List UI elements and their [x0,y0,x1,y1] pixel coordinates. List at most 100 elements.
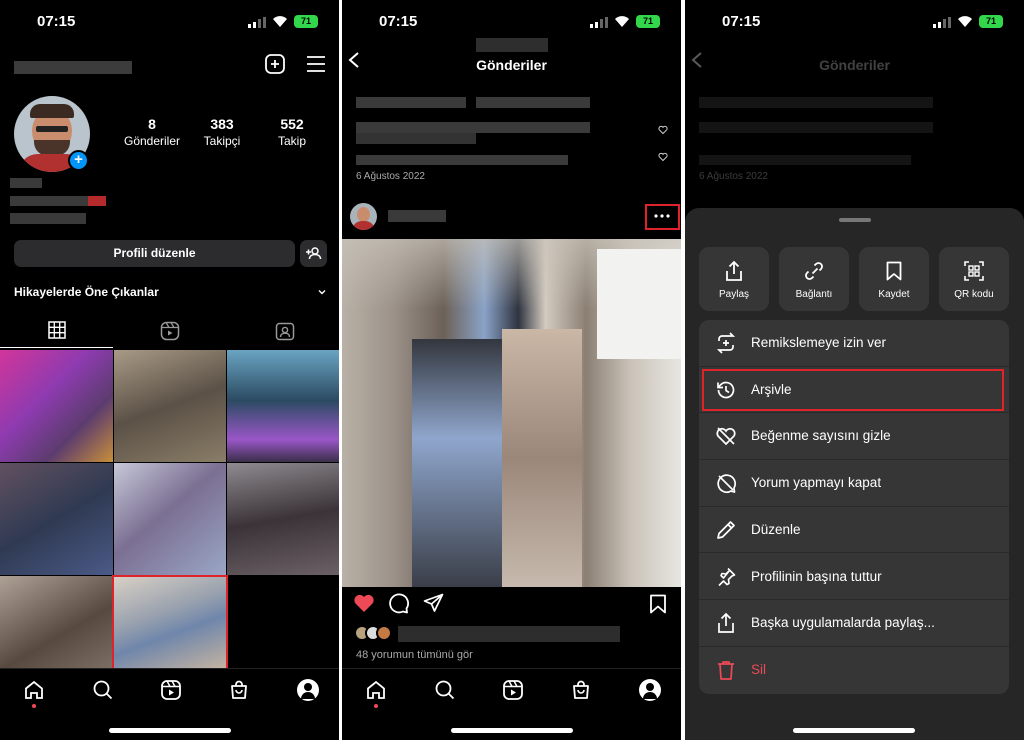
discover-people-button[interactable] [300,240,327,267]
share-icon[interactable] [423,593,444,613]
caption-redacted [356,122,590,133]
sheet-grabber[interactable] [839,218,871,222]
battery-icon: 71 [979,15,1003,28]
author-redacted [388,210,446,222]
shop-icon[interactable] [570,679,592,701]
caption-redacted [356,97,466,108]
status-time: 07:15 [379,13,418,30]
grid-post[interactable] [114,463,226,575]
grid-icon[interactable] [48,321,66,339]
quick-share-label: Paylaş [718,289,749,300]
trash-icon [718,661,734,680]
username-redacted [476,38,548,52]
quick-qr-button[interactable]: QR kodu [939,247,1009,311]
liked-by-redacted [398,626,620,642]
stat-posts[interactable]: 8 Gönderiler [112,116,192,148]
status-time: 07:15 [37,13,76,30]
remix-icon [716,332,736,354]
menu-item-label: Sil [751,661,767,677]
page-title: Gönderiler [819,57,890,73]
pin-icon [718,567,736,586]
active-tab-indicator [0,347,113,348]
shop-icon[interactable] [228,679,250,701]
menu-item-label: Yorum yapmayı kapat [751,475,882,491]
home-indicator [793,728,915,733]
like-icon[interactable] [353,594,375,613]
edit-profile-button[interactable]: Profili düzenle [14,240,295,267]
comment-like-icon[interactable] [658,152,668,162]
menu-icon[interactable] [306,55,326,73]
grid-post[interactable] [0,350,113,462]
status-bar: 07:15 71 [685,0,1024,44]
posts-screen: 07:15 71 Gönderiler 6 Ağustos 2022 48 yo… [342,0,681,740]
profile-nav-icon[interactable] [639,679,661,701]
profile-nav-icon[interactable] [297,679,319,701]
comment-icon[interactable] [388,593,409,614]
caption-redacted [699,122,933,133]
grid-post[interactable] [227,463,339,575]
reels-icon[interactable] [502,679,524,701]
comment-like-icon[interactable] [658,125,668,135]
battery-icon: 71 [294,15,318,28]
chevron-down-icon[interactable] [317,287,327,297]
reels-icon[interactable] [160,679,182,701]
wifi-icon [273,16,287,27]
story-highlights-label[interactable]: Hikayelerde Öne Çıkanlar [14,285,159,299]
view-comments-link[interactable]: 48 yorumun tümünü gör [356,649,473,661]
search-icon[interactable] [434,679,456,701]
page-title: Gönderiler [476,57,547,73]
menu-item-label: Düzenle [751,521,801,537]
stat-following-value: 552 [280,116,304,132]
reels-tab-icon[interactable] [160,321,180,341]
add-story-icon[interactable]: + [68,150,89,171]
post-date: 6 Ağustos 2022 [356,171,425,182]
menu-item-label: Başka uygulamalarda paylaş... [751,615,935,631]
caption-redacted [699,97,933,108]
bio-redacted [10,213,86,224]
bio-redacted [10,196,100,206]
add-person-icon [306,247,322,260]
profile-screen: 07:15 71 + 8 Gönderiler 383 Takipçi 552 … [0,0,339,740]
bookmark-icon[interactable] [649,594,667,614]
tagged-icon[interactable] [275,321,295,341]
menu-item-pin-to-profile[interactable]: Profilinin başına tuttur [699,554,1009,601]
home-icon[interactable] [365,679,387,701]
link-icon [805,262,823,280]
wifi-icon [615,16,629,27]
search-icon[interactable] [92,679,114,701]
signal-icon [248,17,266,28]
stat-posts-value: 8 [148,116,156,132]
post-image[interactable] [342,239,681,587]
grid-post[interactable] [227,350,339,462]
post-options-screen: 07:15 71 Gönderiler 6 Ağustos 2022 Payla… [685,0,1024,740]
new-post-icon[interactable] [264,53,286,75]
stat-following[interactable]: 552 Takip [252,116,332,148]
grid-post[interactable] [114,350,226,462]
menu-item-delete[interactable]: Sil [699,647,1009,694]
home-indicator [451,728,573,733]
grid-post[interactable] [0,576,113,668]
comments-off-icon [717,474,737,494]
liked-by-avatars[interactable] [354,625,394,641]
menu-item-hide-likes[interactable]: Beğenme sayısını gizle [699,413,1009,461]
home-icon[interactable] [23,679,45,701]
share-icon [726,260,742,281]
menu-item-edit[interactable]: Düzenle [699,507,1009,554]
quick-link-button[interactable]: Bağlantı [779,247,849,311]
stat-followers[interactable]: 383 Takipçi [182,116,262,148]
grid-post[interactable] [0,463,113,575]
quick-share-button[interactable]: Paylaş [699,247,769,311]
menu-item-allow-remix[interactable]: Remikslemeye izin ver [699,320,1009,367]
menu-item-label: Beğenme sayısını gizle [751,428,891,444]
qr-code-icon [964,261,984,281]
post-author-avatar[interactable] [350,203,377,230]
menu-item-turn-off-comments[interactable]: Yorum yapmayı kapat [699,460,1009,507]
bio-redacted [10,178,42,188]
quick-save-button[interactable]: Kaydet [859,247,929,311]
more-options-icon[interactable] [654,214,670,218]
profile-tabs [0,318,339,348]
edit-icon [717,520,735,539]
menu-item-share-other-apps[interactable]: Başka uygulamalarda paylaş... [699,600,1009,647]
stat-posts-label: Gönderiler [123,134,181,148]
stat-following-label: Takip [277,134,306,148]
